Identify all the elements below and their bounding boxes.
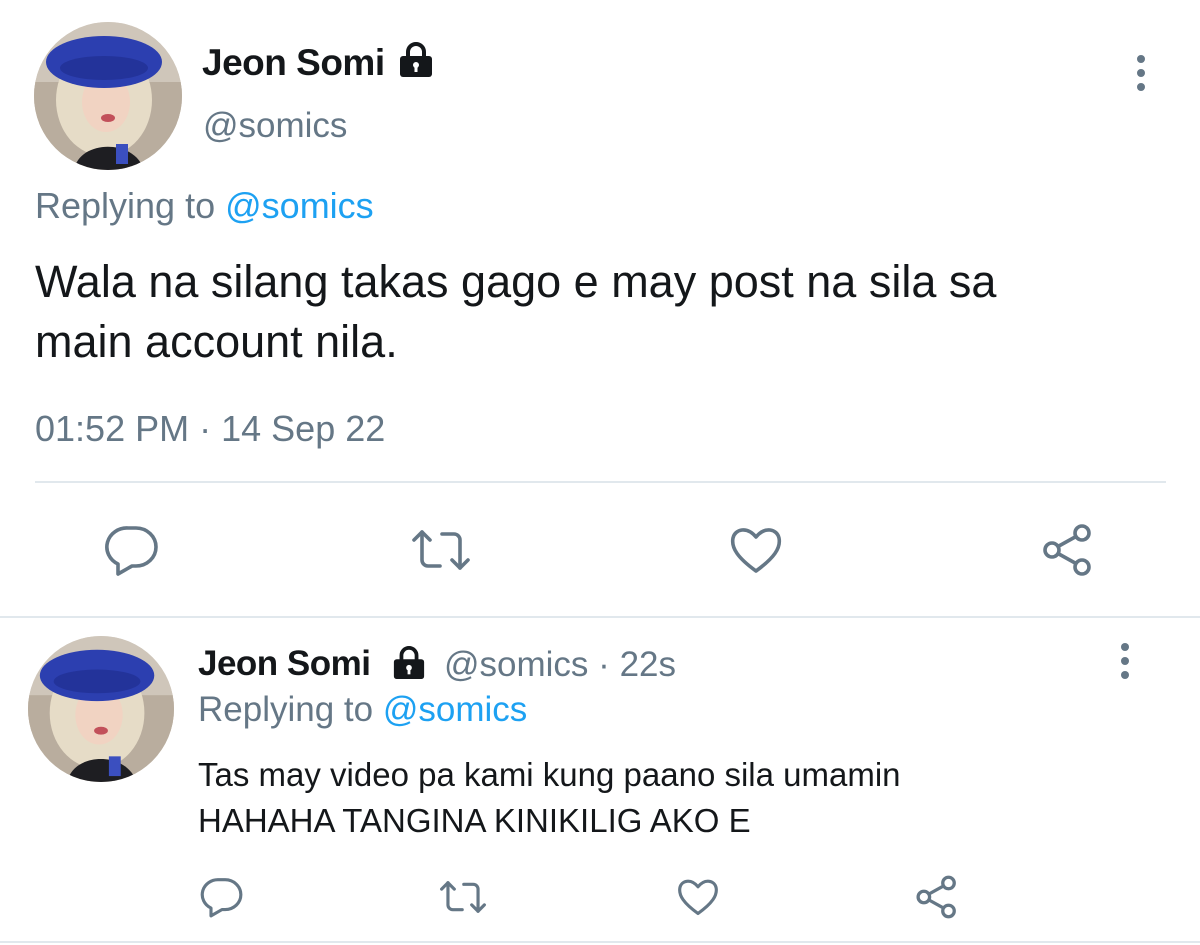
share-button[interactable] <box>914 874 960 920</box>
user-handle[interactable]: @somics <box>444 645 588 684</box>
avatar[interactable] <box>28 636 174 782</box>
lock-icon <box>390 646 428 685</box>
retweet-icon <box>440 881 486 913</box>
tweet-text-line: HAHAHA TANGINA KINIKILIG AKO E <box>198 802 751 839</box>
more-options-button[interactable] <box>1118 643 1132 679</box>
reply-icon <box>200 878 243 918</box>
replying-to: Replying to @somics <box>198 690 527 730</box>
more-vertical-icon-dot <box>1137 83 1145 91</box>
user-handle[interactable]: @somics <box>203 106 347 146</box>
reply-button[interactable] <box>200 876 244 918</box>
tweet-text: Tas may video pa kami kung paano sila um… <box>198 752 901 844</box>
more-vertical-icon-dot <box>1121 657 1129 665</box>
tweet-text-line: main account nila. <box>35 316 398 367</box>
like-button[interactable] <box>676 876 720 918</box>
timestamp-separator: · <box>199 408 212 449</box>
tweet-age[interactable]: 22s <box>620 645 676 684</box>
display-name[interactable]: Jeon Somi <box>202 42 385 84</box>
retweet-button[interactable] <box>410 526 472 574</box>
share-icon <box>1043 524 1091 576</box>
tweet-text: Wala na silang takas gago e may post na … <box>35 252 996 372</box>
retweet-icon <box>412 530 470 570</box>
display-name[interactable]: Jeon Somi <box>198 644 371 684</box>
header-meta: @somics · 22s <box>444 645 676 685</box>
like-button[interactable] <box>728 524 784 576</box>
tweet-date: 14 Sep 22 <box>221 408 386 449</box>
tweet-time: 01:52 PM <box>35 408 190 449</box>
share-button[interactable] <box>1040 522 1096 578</box>
avatar-image <box>28 636 174 782</box>
reply-button[interactable] <box>104 524 160 576</box>
divider <box>0 941 1200 943</box>
replying-to-label: Replying to <box>198 690 374 729</box>
replying-to-link[interactable]: @somics <box>383 690 527 729</box>
replying-to-link[interactable]: @somics <box>225 185 374 226</box>
lock-icon <box>396 42 436 83</box>
tweet-timestamp[interactable]: 01:52 PM · 14 Sep 22 <box>35 408 385 450</box>
more-vertical-icon-dot <box>1121 671 1129 679</box>
like-icon <box>730 528 782 573</box>
divider <box>35 481 1166 483</box>
tweet-text-line: Wala na silang takas gago e may post na … <box>35 256 997 307</box>
more-options-button[interactable] <box>1134 55 1148 91</box>
more-vertical-icon <box>1137 55 1145 63</box>
divider <box>0 616 1200 618</box>
avatar-image <box>34 22 182 170</box>
share-icon <box>916 875 956 919</box>
retweet-button[interactable] <box>438 878 488 916</box>
more-vertical-icon <box>1121 643 1129 651</box>
more-vertical-icon-dot <box>1137 69 1145 77</box>
tweet-text-line: Tas may video pa kami kung paano sila um… <box>198 756 901 793</box>
reply-icon <box>105 526 158 576</box>
replying-to: Replying to @somics <box>35 185 374 227</box>
like-icon <box>678 879 718 916</box>
avatar[interactable] <box>34 22 182 170</box>
header-separator: · <box>598 645 610 684</box>
replying-to-label: Replying to <box>35 185 216 226</box>
